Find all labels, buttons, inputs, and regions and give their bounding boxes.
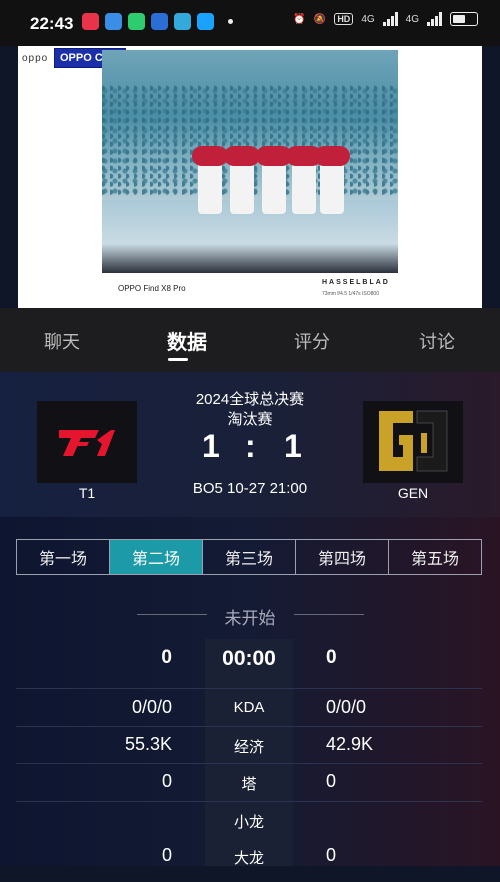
stat-row-dragon: 小龙	[16, 809, 482, 846]
stat-row-towers: 0 塔 0	[16, 771, 482, 808]
stat-left: 0	[161, 647, 172, 668]
score-separator: :	[245, 428, 256, 464]
browser-app-icon	[174, 13, 191, 30]
signal-icon	[382, 12, 398, 26]
photo-caption-spec: 73mm f/4.5 1/47s ISO800	[322, 291, 379, 297]
stat-label: KDA	[233, 699, 265, 716]
wechat-icon	[128, 13, 145, 30]
stat-row-economy: 55.3K 经济 42.9K	[16, 734, 482, 771]
signal-icon-2	[427, 12, 442, 26]
divider	[16, 688, 482, 689]
tab-rating[interactable]: 评分	[294, 328, 330, 354]
divider	[16, 726, 482, 727]
top-tabs: 聊天 数据 评分 讨论	[0, 308, 500, 372]
player-figure	[192, 146, 228, 214]
stat-right: 0/0/0	[326, 697, 367, 717]
more-notifications-dot	[228, 19, 233, 24]
match-time: BO5 10-27 21:00	[192, 480, 308, 497]
match-photo[interactable]: oppo OPPO CAM OPPO Find X8 Pro HASSELBLA…	[18, 46, 482, 308]
player-figure	[314, 146, 350, 214]
news-app-icon	[105, 13, 122, 30]
game-selector: 第一场 第二场 第三场 第四场 第五场	[16, 539, 482, 575]
stat-row-kda: 0/0/0 KDA 0/0/0	[16, 697, 482, 734]
network-label-2: 4G	[405, 13, 419, 25]
stat-left: 55.3K	[124, 734, 172, 754]
score-left: 1	[202, 428, 220, 464]
player-figure	[224, 146, 260, 214]
oppo-logo: oppo	[22, 53, 49, 64]
competition-title: 2024全球总决赛	[195, 391, 305, 408]
stat-label: 经济	[233, 739, 264, 756]
stat-label: 小龙	[233, 814, 264, 831]
mute-icon: 🔕	[313, 13, 327, 25]
gen-logo-icon	[379, 410, 448, 472]
boss-app-icon	[151, 13, 168, 30]
competition-stage: 淘汰赛	[227, 411, 273, 428]
game-tab-4[interactable]: 第四场	[296, 540, 389, 574]
game-stats-panel: 第一场 第二场 第三场 第四场 第五场 未开始 0 00:00 0 0/0/0 …	[0, 517, 500, 867]
photo-image	[102, 50, 398, 273]
stat-left: 0	[161, 771, 172, 791]
stat-left: 0	[161, 845, 172, 865]
qq-icon	[197, 13, 214, 30]
network-label-1: 4G	[361, 13, 375, 25]
stat-label: 塔	[241, 776, 257, 793]
game-clock: 00:00	[222, 647, 276, 670]
stat-row-baron: 0 大龙 0	[16, 845, 482, 882]
status-bar: 22:43 ⏰ 🔕 HD 4G 4G	[0, 0, 500, 46]
player-figure	[286, 146, 322, 214]
status-indicators: ⏰ 🔕 HD 4G 4G	[293, 12, 478, 26]
stat-right: 0	[326, 771, 337, 791]
t1-logo[interactable]	[37, 401, 137, 483]
status-time: 22:43	[30, 14, 74, 33]
alarm-icon: ⏰	[293, 13, 306, 25]
notification-icons	[82, 13, 233, 30]
stat-row-time: 0 00:00 0	[16, 647, 482, 684]
stat-right: 0	[326, 647, 337, 668]
divider	[16, 763, 482, 764]
tab-chat[interactable]: 聊天	[44, 328, 80, 354]
stat-label: 大龙	[233, 850, 264, 867]
photo-caption-model: OPPO Find X8 Pro	[118, 284, 186, 293]
game-status: 未开始	[224, 609, 276, 628]
music-app-icon	[82, 13, 99, 30]
hd-badge: HD	[334, 13, 354, 25]
game-tab-2[interactable]: 第二场	[110, 540, 203, 574]
tab-data[interactable]: 数据	[167, 326, 207, 355]
battery-icon	[450, 12, 478, 26]
active-tab-indicator	[168, 358, 188, 361]
match-header: T1 2024全球总决赛 淘汰赛 1 : 1 BO5 10-27 21:00 G…	[0, 372, 500, 517]
divider	[16, 801, 482, 802]
team-left-name: T1	[78, 485, 96, 501]
gen-logo[interactable]	[363, 401, 463, 483]
t1-logo-icon	[59, 430, 115, 456]
score-right: 1	[284, 428, 302, 464]
stat-right: 0	[326, 845, 337, 865]
player-figure	[256, 146, 292, 214]
game-tab-5[interactable]: 第五场	[389, 540, 481, 574]
game-tab-1[interactable]: 第一场	[17, 540, 110, 574]
divider	[294, 614, 364, 615]
divider	[137, 614, 207, 615]
game-tab-3[interactable]: 第三场	[203, 540, 296, 574]
stat-left: 0/0/0	[131, 697, 172, 717]
photo-caption-brand: HASSELBLAD	[322, 279, 390, 286]
team-right-name: GEN	[397, 485, 429, 501]
stat-right: 42.9K	[326, 734, 374, 754]
tab-discussion[interactable]: 讨论	[419, 328, 455, 354]
